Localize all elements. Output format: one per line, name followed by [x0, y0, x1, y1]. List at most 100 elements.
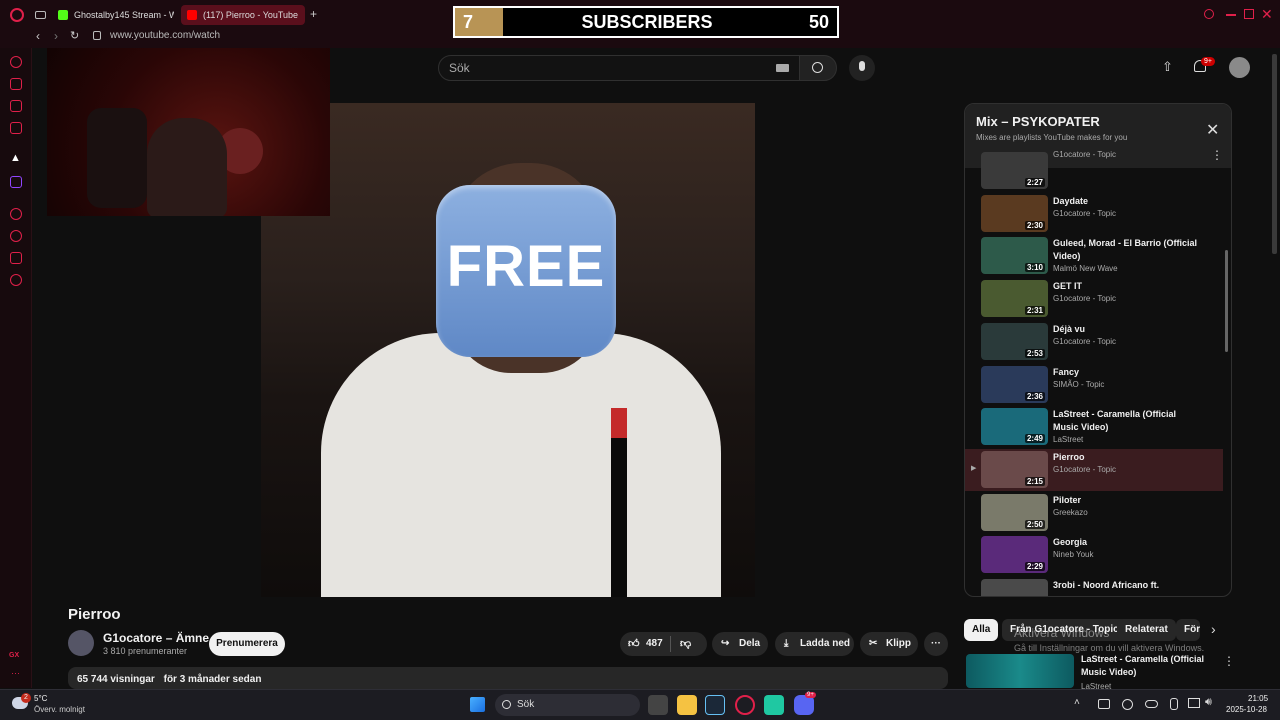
- playlist-item[interactable]: 3robi - Noord Africano ft.: [965, 577, 1223, 596]
- search-button[interactable]: [799, 55, 837, 81]
- tab-kick-stream[interactable]: Ghostalby145 Stream - W: [52, 5, 174, 25]
- playlist-item-title: Georgia: [1053, 537, 1088, 548]
- sidebar-extensions-icon[interactable]: [10, 252, 22, 264]
- close-icon[interactable]: ✕: [1261, 6, 1273, 23]
- chips-next-icon[interactable]: ›: [1211, 621, 1216, 637]
- new-tab-button[interactable]: +: [310, 7, 317, 21]
- upload-icon[interactable]: ⇧: [1162, 59, 1173, 75]
- chip-all[interactable]: Alla: [964, 619, 999, 641]
- playlist-duration: 2:15: [1024, 476, 1045, 486]
- description-box[interactable]: 65 744 visningar för 3 månader sedan: [68, 667, 948, 689]
- sidebar-arc-icon[interactable]: ▲: [10, 152, 21, 164]
- sidebar-gx-icon[interactable]: GX: [9, 652, 19, 659]
- dislike-icon[interactable]: 👎︎: [680, 632, 691, 656]
- playlist-item[interactable]: 2:27 G1ocatore - Topic: [965, 150, 1223, 192]
- subscriber-count: 7: [455, 8, 503, 36]
- share-button[interactable]: ↪ Dela: [712, 632, 768, 656]
- sidebar-more-icon[interactable]: ···: [11, 668, 20, 678]
- opera-gx-icon[interactable]: [735, 695, 755, 715]
- discord-icon[interactable]: [794, 695, 814, 715]
- back-icon[interactable]: ‹: [36, 29, 40, 43]
- free-badge: FREE: [436, 185, 616, 357]
- playlist-item[interactable]: 2:49 LaStreet - Caramella (Official Music…: [965, 406, 1223, 448]
- tray-steam-icon[interactable]: [1122, 699, 1133, 710]
- playlist-item-artist: G1ocatore - Topic: [1053, 464, 1116, 474]
- subscriber-goal: 50: [808, 12, 829, 32]
- url-field[interactable]: www.youtube.com/watch: [110, 30, 220, 41]
- maximize-icon[interactable]: [1244, 9, 1254, 19]
- tray-dropbox-icon[interactable]: [1170, 698, 1178, 710]
- recommendation-title[interactable]: LaStreet - Caramella (Official Music Vid…: [1081, 653, 1221, 679]
- playlist-duration: 2:30: [1024, 220, 1045, 230]
- playlist-item[interactable]: 2:31 GET IT G1ocatore - Topic: [965, 278, 1223, 320]
- playlist-panel: Mix – PSYKOPATER Mixes are playlists You…: [964, 103, 1232, 597]
- search-input[interactable]: Sök: [438, 55, 800, 81]
- more-actions-button[interactable]: ···: [924, 632, 948, 656]
- playlist-thumbnail: 2:27: [981, 152, 1048, 189]
- video-player[interactable]: FREE: [261, 103, 755, 597]
- like-icon[interactable]: 👍︎: [628, 632, 640, 656]
- clip-button[interactable]: ✂ Klipp: [860, 632, 918, 656]
- opera-logo-icon[interactable]: [10, 8, 24, 22]
- playlist-item-title: 3robi - Noord Africano ft.: [1053, 580, 1160, 590]
- tray-app-icon[interactable]: [1098, 699, 1110, 709]
- taskbar-search[interactable]: Sök: [495, 694, 640, 716]
- tray-chevron-icon[interactable]: ˄: [1074, 697, 1080, 708]
- tab-manager-icon[interactable]: [35, 11, 46, 19]
- like-dislike-group: 👍︎ 487 👎︎: [620, 632, 707, 656]
- subscribe-button[interactable]: Prenumerera: [209, 632, 285, 656]
- close-icon[interactable]: ✕: [1206, 120, 1219, 140]
- playlist-item-artist: LaStreet: [1053, 435, 1084, 445]
- like-count[interactable]: 487: [646, 632, 663, 656]
- app-green-icon[interactable]: [764, 695, 784, 715]
- channel-subscribers: 3 810 prenumeranter: [103, 646, 188, 656]
- voice-search-button[interactable]: [849, 55, 875, 81]
- windows-taskbar: 2 5°C Överv. molnigt Sök 9+ ˄ 🔊︎ 21:05 2…: [0, 689, 1280, 720]
- file-explorer-icon[interactable]: [677, 695, 697, 715]
- playlist-item-artist: SIMÃO - Topic: [1053, 379, 1105, 389]
- clock-date[interactable]: 2025-10-28: [1226, 705, 1267, 714]
- youtube-icon: [187, 10, 197, 20]
- volume-icon[interactable]: 🔊︎: [1205, 696, 1212, 709]
- minimize-icon[interactable]: [1226, 14, 1236, 16]
- page-scrollbar[interactable]: [1272, 54, 1277, 254]
- sidebar-messenger-icon[interactable]: [10, 122, 22, 134]
- forward-icon[interactable]: ›: [54, 29, 58, 43]
- keyboard-icon[interactable]: [776, 64, 789, 72]
- sidebar-settings-icon[interactable]: [10, 274, 22, 286]
- tab-youtube[interactable]: (117) Pierroo - YouTube: [181, 5, 305, 25]
- playlist-item[interactable]: 2:29 Georgia Nineb Youk: [965, 534, 1223, 576]
- chip-for-you[interactable]: För: [1176, 619, 1200, 641]
- onedrive-icon[interactable]: [1145, 700, 1158, 708]
- recommendation-thumbnail[interactable]: [966, 654, 1074, 688]
- sidebar-history-icon[interactable]: [10, 230, 22, 242]
- steam-icon[interactable]: [705, 695, 725, 715]
- channel-name[interactable]: G1ocatore – Ämne: [103, 631, 209, 645]
- playlist-item[interactable]: ▶ 2:15 Pierroo G1ocatore - Topic: [965, 448, 1223, 491]
- search-icon[interactable]: [1204, 9, 1214, 19]
- playlist-item[interactable]: 2:36 Fancy SIMÃO - Topic: [965, 364, 1223, 406]
- playlist-duration: 3:10: [1024, 263, 1045, 273]
- playlist-item[interactable]: 3:10 Guleed, Morad - El Barrio (Official …: [965, 235, 1223, 277]
- download-button[interactable]: ⤓ Ladda ned: [775, 632, 854, 656]
- sidebar-aria-icon[interactable]: [10, 56, 22, 68]
- recommendation-menu-icon[interactable]: ⋮: [1223, 654, 1235, 668]
- network-icon[interactable]: [1188, 698, 1200, 708]
- clock-time[interactable]: 21:05: [1248, 694, 1268, 703]
- playlist-item[interactable]: 2:30 Daydate G1ocatore - Topic: [965, 193, 1223, 235]
- sidebar-player-icon[interactable]: [10, 208, 22, 220]
- windows-start-icon[interactable]: [470, 697, 485, 712]
- sidebar-shop-icon[interactable]: [10, 78, 22, 90]
- sidebar-chat-icon[interactable]: [10, 100, 22, 112]
- sidebar-twitch-icon[interactable]: [10, 176, 22, 188]
- playlist-item-title: Pierroo: [1053, 451, 1085, 462]
- reload-icon[interactable]: ↻: [70, 29, 79, 42]
- playlist-scrollbar[interactable]: [1225, 250, 1228, 352]
- task-view-icon[interactable]: [648, 695, 668, 715]
- playlist-item[interactable]: 2:53 Déjà vu G1ocatore - Topic: [965, 321, 1223, 363]
- account-avatar[interactable]: [1229, 57, 1250, 78]
- channel-avatar[interactable]: [68, 630, 94, 656]
- playlist-item-title: Guleed, Morad - El Barrio (Official Vide…: [1053, 238, 1198, 262]
- playlist-item[interactable]: 2:50 Piloter Greekazo: [965, 492, 1223, 534]
- chip-related[interactable]: Relaterat: [1117, 619, 1176, 641]
